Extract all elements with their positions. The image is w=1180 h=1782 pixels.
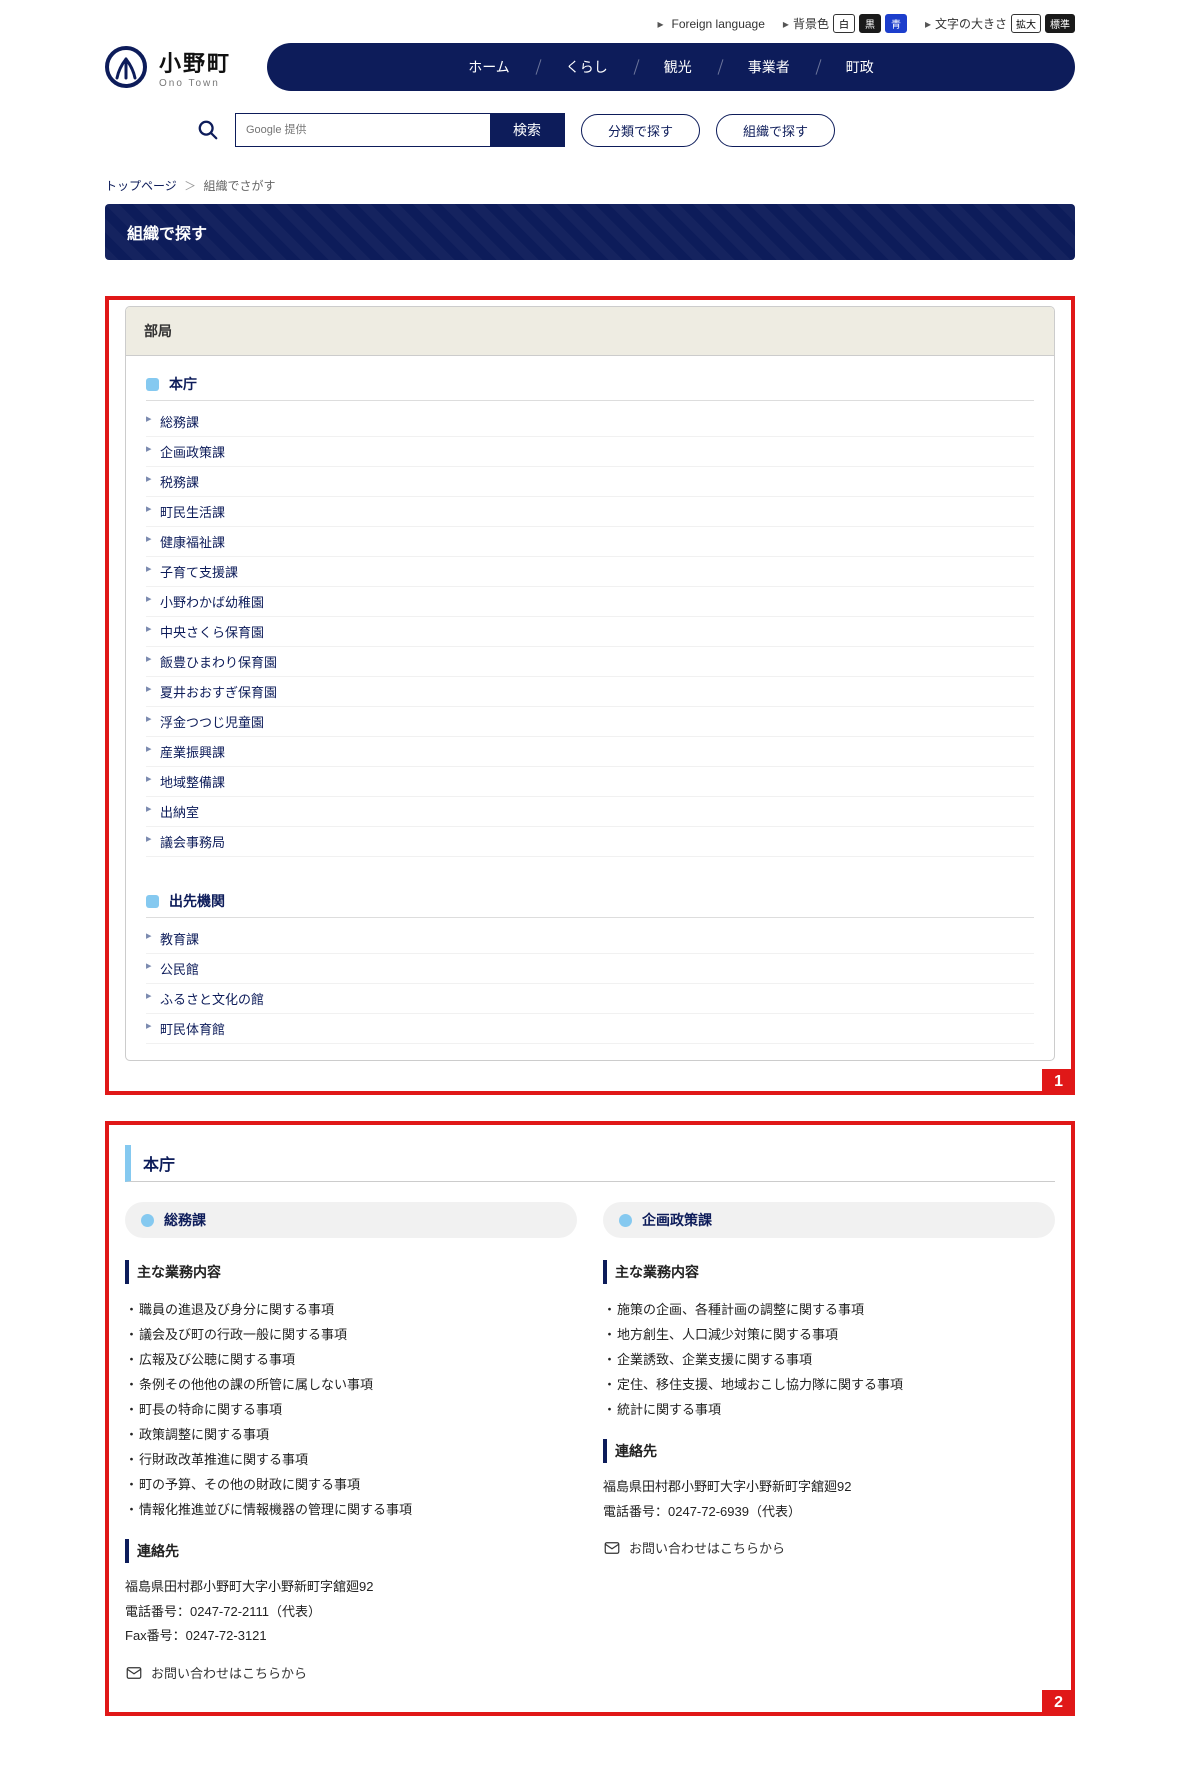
duty-item: 地方創生、人口減少対策に関する事項 (603, 1321, 1055, 1346)
department-link[interactable]: 子育て支援課 (146, 557, 1034, 587)
duty-item: 施策の企画、各種計画の調整に関する事項 (603, 1296, 1055, 1321)
duty-item: 広報及び公聴に関する事項 (125, 1346, 577, 1371)
logo-text-jp: 小野町 (159, 46, 231, 78)
search-by-category-button[interactable]: 分類で探す (581, 114, 700, 147)
search-by-org-button[interactable]: 組織で探す (716, 114, 835, 147)
department-link[interactable]: 出納室 (146, 797, 1034, 827)
duty-item: 議会及び町の行政一般に関する事項 (125, 1321, 577, 1346)
search-icon (197, 119, 219, 141)
department-link[interactable]: ふるさと文化の館 (146, 984, 1034, 1014)
main-nav: ホーム くらし 観光 事業者 町政 (267, 43, 1075, 91)
region-2: 本庁 総務課主な業務内容職員の進退及び身分に関する事項議会及び町の行政一般に関す… (105, 1121, 1075, 1716)
departments-card: 部局 本庁総務課企画政策課税務課町民生活課健康福祉課子育て支援課小野わかば幼稚園… (125, 306, 1055, 1061)
subsection-title: 出先機関 (146, 885, 1034, 918)
duty-item: 企業誘致、企業支援に関する事項 (603, 1346, 1055, 1371)
departments-card-head: 部局 (126, 307, 1054, 356)
region-1-tag: 1 (1042, 1069, 1075, 1095)
site-logo[interactable]: 小野町 Ono Town (105, 46, 231, 89)
department-link[interactable]: 町民体育館 (146, 1014, 1034, 1044)
department-link[interactable]: 健康福祉課 (146, 527, 1034, 557)
duty-item: 条例その他他の課の所管に属しない事項 (125, 1371, 577, 1396)
department-link[interactable]: 夏井おおすぎ保育園 (146, 677, 1034, 707)
search-box: 検索 (235, 113, 565, 147)
department-link[interactable]: 地域整備課 (146, 767, 1034, 797)
bgcolor-label: 背景色 (783, 15, 829, 32)
crumb-current: 組織でさがす (203, 179, 275, 193)
department-header[interactable]: 企画政策課 (603, 1202, 1055, 1238)
region-2-section-title: 本庁 (125, 1145, 1055, 1182)
mail-icon (603, 1539, 621, 1557)
page-title: 組織で探す (105, 204, 1075, 260)
breadcrumb: トップページ ＞ 組織でさがす (105, 177, 1075, 194)
nav-home[interactable]: ホーム (440, 57, 538, 77)
search-button[interactable]: 検索 (490, 114, 564, 146)
logo-text-en: Ono Town (159, 78, 231, 89)
department-link[interactable]: 議会事務局 (146, 827, 1034, 857)
crumb-home[interactable]: トップページ (105, 179, 177, 193)
region-2-tag: 2 (1042, 1690, 1075, 1716)
search-input[interactable] (236, 114, 490, 146)
mail-icon (125, 1664, 143, 1682)
duties-heading: 主な業務内容 (125, 1260, 577, 1284)
foreign-language-link[interactable]: Foreign language (657, 17, 764, 31)
contact-mail-link[interactable]: お問い合わせはこちらから (125, 1663, 577, 1682)
bgcolor-white-button[interactable]: 白 (833, 14, 855, 33)
subsection-title: 本庁 (146, 368, 1034, 401)
contact-address: 福島県田村郡小野町大字小野新町字舘廻92電話番号：0247-72-6939（代表… (603, 1475, 1055, 1524)
duty-item: 統計に関する事項 (603, 1396, 1055, 1421)
duty-item: 政策調整に関する事項 (125, 1421, 577, 1446)
bgcolor-blue-button[interactable]: 青 (885, 14, 907, 33)
department-link[interactable]: 教育課 (146, 924, 1034, 954)
fontsize-standard-button[interactable]: 標準 (1045, 14, 1075, 33)
department-link[interactable]: 総務課 (146, 407, 1034, 437)
duty-item: 職員の進退及び身分に関する事項 (125, 1296, 577, 1321)
nav-gov[interactable]: 町政 (818, 57, 902, 77)
duty-item: 行財政改革推進に関する事項 (125, 1446, 577, 1471)
fontsize-label: 文字の大きさ (925, 15, 1007, 32)
department-header[interactable]: 総務課 (125, 1202, 577, 1238)
duty-item: 情報化推進並びに情報機器の管理に関する事項 (125, 1496, 577, 1521)
department-link[interactable]: 飯豊ひまわり保育園 (146, 647, 1034, 677)
contact-heading: 連絡先 (125, 1539, 577, 1563)
department-link[interactable]: 企画政策課 (146, 437, 1034, 467)
nav-business[interactable]: 事業者 (720, 57, 818, 77)
duty-item: 町長の特命に関する事項 (125, 1396, 577, 1421)
department-link[interactable]: 町民生活課 (146, 497, 1034, 527)
department-link[interactable]: 小野わかば幼稚園 (146, 587, 1034, 617)
contact-heading: 連絡先 (603, 1439, 1055, 1463)
contact-address: 福島県田村郡小野町大字小野新町字舘廻92電話番号：0247-72-2111（代表… (125, 1575, 577, 1649)
duty-item: 定住、移住支援、地域おこし協力隊に関する事項 (603, 1371, 1055, 1396)
duty-item: 町の予算、その他の財政に関する事項 (125, 1471, 577, 1496)
department-link[interactable]: 産業振興課 (146, 737, 1034, 767)
department-link[interactable]: 税務課 (146, 467, 1034, 497)
logo-icon (105, 46, 147, 88)
top-utility-bar: Foreign language 背景色 白 黒 青 文字の大きさ 拡大 標準 (105, 0, 1075, 43)
nav-tourism[interactable]: 観光 (636, 57, 720, 77)
department-link[interactable]: 浮金つつじ児童園 (146, 707, 1034, 737)
duties-heading: 主な業務内容 (603, 1260, 1055, 1284)
department-link[interactable]: 公民館 (146, 954, 1034, 984)
nav-life[interactable]: くらし (538, 57, 636, 77)
fontsize-large-button[interactable]: 拡大 (1011, 14, 1041, 33)
department-link[interactable]: 中央さくら保育園 (146, 617, 1034, 647)
region-1: 部局 本庁総務課企画政策課税務課町民生活課健康福祉課子育て支援課小野わかば幼稚園… (105, 296, 1075, 1095)
bgcolor-black-button[interactable]: 黒 (859, 14, 881, 33)
contact-mail-link[interactable]: お問い合わせはこちらから (603, 1538, 1055, 1557)
